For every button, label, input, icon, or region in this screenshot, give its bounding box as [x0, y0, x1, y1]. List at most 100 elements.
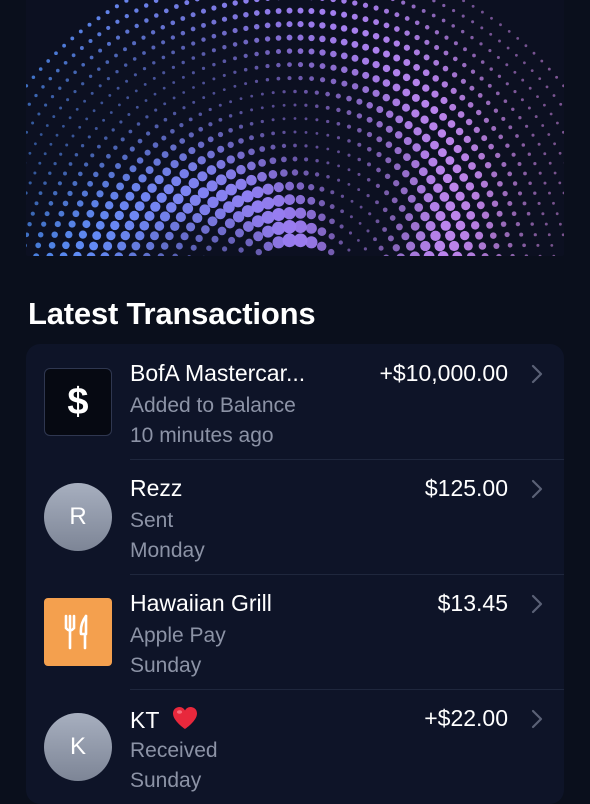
pattern-dot: [65, 144, 68, 147]
pattern-dot: [125, 14, 129, 18]
pattern-dot: [317, 242, 326, 251]
pattern-dot: [553, 94, 556, 97]
pattern-dot: [518, 191, 522, 195]
transactions-list: $ BofA Mastercar... Added to Balance 10 …: [26, 344, 564, 804]
pattern-dot: [76, 108, 79, 111]
transaction-amount: $125.00: [425, 475, 508, 502]
pattern-dot: [153, 158, 160, 165]
pattern-dot: [459, 95, 465, 101]
pattern-dot: [240, 97, 243, 100]
pattern-dot: [222, 246, 227, 251]
apple-cash-card[interactable]: [26, 0, 564, 256]
transaction-name: Rezz: [130, 475, 182, 502]
pattern-dot: [472, 192, 480, 200]
pattern-dot: [508, 243, 513, 248]
transaction-row-kt[interactable]: K KT Received Sunday +$22.00: [26, 689, 564, 804]
pattern-dot: [26, 233, 29, 238]
pattern-dot: [129, 211, 139, 221]
pattern-dot: [362, 72, 369, 79]
pattern-dot: [273, 195, 285, 207]
pattern-dot: [233, 71, 236, 74]
pattern-dot: [233, 28, 238, 33]
pattern-dot: [298, 48, 304, 54]
pattern-dot: [426, 221, 436, 231]
fork-knife-icon: [44, 598, 112, 666]
pattern-dot: [272, 118, 275, 121]
pattern-dot: [222, 45, 226, 49]
pattern-dot: [65, 231, 72, 238]
pattern-dot: [191, 27, 196, 32]
pattern-dot: [145, 99, 148, 102]
pattern-dot: [87, 252, 96, 256]
pattern-dot: [412, 143, 420, 151]
pattern-dot: [201, 225, 210, 234]
pattern-dot: [250, 122, 254, 126]
pattern-dot: [305, 236, 317, 248]
pattern-dot: [144, 3, 148, 7]
pattern-dot: [130, 146, 135, 151]
pattern-dot: [66, 98, 69, 101]
pattern-dot: [249, 135, 254, 140]
pattern-dot: [192, 86, 195, 89]
pattern-dot: [97, 145, 101, 149]
pattern-dot: [434, 241, 445, 252]
pattern-dot: [497, 181, 503, 187]
pattern-dot: [326, 148, 329, 151]
pattern-dot: [165, 232, 174, 241]
pattern-dot: [297, 182, 305, 190]
pattern-dot: [161, 25, 166, 30]
pattern-dot: [58, 87, 61, 90]
pattern-dot: [562, 84, 564, 87]
transaction-row-bofa[interactable]: $ BofA Mastercar... Added to Balance 10 …: [26, 344, 564, 459]
pattern-dot: [538, 202, 541, 205]
pattern-dot: [490, 17, 493, 20]
pattern-dot: [393, 84, 401, 92]
pattern-dot: [411, 160, 419, 168]
pattern-dot: [303, 170, 308, 175]
pattern-dot: [562, 233, 564, 236]
pattern-dot: [293, 157, 298, 162]
pattern-dot: [294, 233, 308, 247]
pattern-dot: [49, 242, 56, 249]
pattern-dot: [489, 67, 492, 70]
pattern-dot: [372, 75, 379, 82]
dollar-icon: $: [44, 368, 112, 436]
pattern-dot: [449, 183, 458, 192]
pattern-dot: [545, 223, 548, 226]
chevron-right-icon: [530, 479, 544, 499]
pattern-dot: [433, 183, 443, 193]
pattern-dot: [404, 45, 410, 51]
pattern-dot: [316, 146, 319, 149]
pattern-dot: [430, 106, 438, 114]
pattern-dot: [229, 114, 232, 117]
pattern-dot: [326, 106, 330, 110]
pattern-dot: [507, 47, 510, 50]
pattern-dot: [259, 146, 265, 152]
transaction-name: Hawaiian Grill: [130, 590, 272, 617]
pattern-dot: [202, 67, 205, 70]
pattern-dot: [132, 242, 141, 251]
pattern-dot: [238, 247, 243, 252]
pattern-dot: [182, 106, 185, 109]
pattern-dot: [92, 231, 101, 240]
pattern-dot: [432, 75, 439, 82]
pattern-dot: [433, 60, 439, 66]
pattern-dot: [284, 194, 295, 205]
transaction-row-rezz[interactable]: R Rezz Sent Monday $125.00: [26, 459, 564, 574]
pattern-dot: [64, 61, 68, 65]
pattern-dot: [440, 192, 450, 202]
pattern-dot: [265, 23, 271, 29]
pattern-dot: [505, 232, 510, 237]
pattern-dot: [315, 172, 319, 176]
pattern-dot: [326, 134, 329, 137]
pattern-dot: [434, 45, 439, 50]
pattern-dot: [405, 121, 413, 129]
pattern-dot: [460, 231, 469, 240]
pattern-dot: [412, 4, 416, 8]
pattern-dot: [477, 201, 485, 209]
transaction-row-hawaiian-grill[interactable]: Hawaiian Grill Apple Pay Sunday $13.45: [26, 574, 564, 689]
pattern-dot: [461, 153, 469, 161]
pattern-dot: [138, 174, 146, 182]
pattern-dot: [405, 16, 410, 21]
pattern-dot: [105, 60, 109, 64]
